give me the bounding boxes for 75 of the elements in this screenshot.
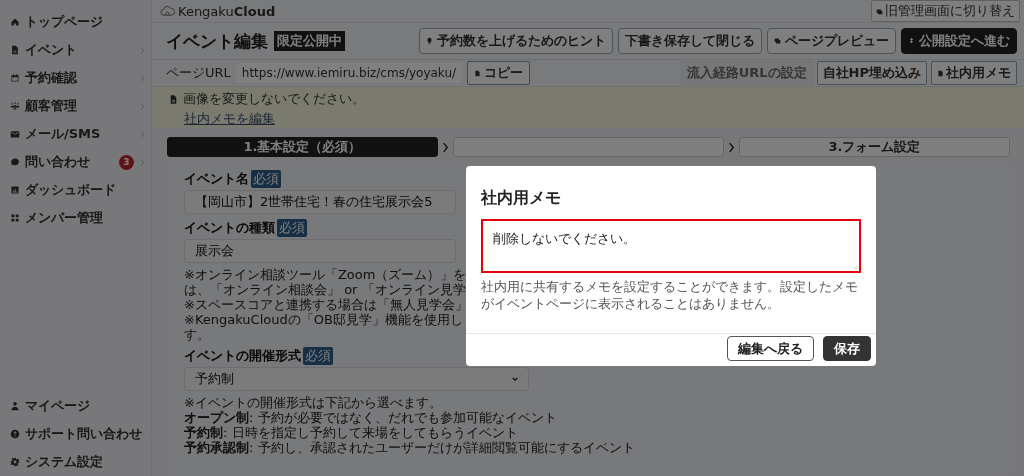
note-text: オープン制: 予約が必要ではなく、だれでも参加可能なイベント (184, 410, 557, 425)
updown-arrow-icon (908, 37, 915, 45)
home-icon (10, 17, 20, 27)
dialog-button[interactable]: 編集へ戻る (727, 336, 814, 361)
document-icon (474, 69, 482, 77)
chevron-icon (442, 141, 449, 153)
required-badge: 必須 (251, 170, 281, 188)
dialog-button[interactable]: 保存 (823, 336, 871, 361)
count-badge: 3 (119, 154, 134, 170)
sidebar-item[interactable]: ダッシュボード (0, 176, 151, 204)
note-text: ※KengakuCloudの「OB邸見学」機能を使用し (184, 312, 463, 327)
note-text: ※スペースコアと連携する場合は「無人見学会」 (184, 297, 468, 312)
bulb-icon (426, 37, 433, 45)
toolbar-button[interactable]: 社内用メモ (931, 61, 1017, 85)
settings-icon (10, 457, 20, 467)
note-text: 予約制: 日時を指定し予約して来場をしてもらうイベント (184, 425, 518, 440)
grid-icon (10, 213, 20, 223)
note-text: は、「オンライン相談会」 or 「オンライン見学 (184, 282, 466, 297)
field-label: イベントの開催形式 (184, 347, 301, 365)
url-field[interactable]: https://www.iemiru.biz/cms/yoyaku/ (235, 63, 463, 83)
status-badge: 限定公開中 (274, 31, 345, 51)
dialog-title: 社内用メモ (481, 188, 562, 209)
required-badge: 必須 (277, 219, 307, 237)
note-text: ※イベントの開催形式は下記から選べます。 (184, 395, 442, 410)
note-text: 予約承認制: 予約し、承認されたユーザーだけが詳細閲覧可能にするイベント (184, 440, 635, 455)
field-label: イベント名 (184, 170, 249, 188)
toolbar-button[interactable]: 自社HP埋め込み (816, 61, 927, 85)
step-tab[interactable] (453, 137, 724, 157)
sidebar-item[interactable]: 顧客管理 (0, 92, 151, 120)
step-tab[interactable]: 3.フォーム設定 (739, 137, 1010, 157)
logo-text: KengakuCloud (178, 3, 276, 19)
step-tab[interactable]: 1.基本設定（必須） (167, 137, 438, 157)
sidebar-item[interactable]: イベント (0, 36, 151, 64)
document-icon (937, 69, 944, 77)
sidebar-item[interactable]: サポート問い合わせ (0, 420, 151, 448)
chevron-icon (728, 141, 735, 153)
sidebar-item[interactable]: システム設定 (0, 448, 151, 476)
input-field[interactable]: 展示会 (184, 239, 456, 263)
action-button[interactable]: 予約数を上げるためのヒント (419, 28, 613, 54)
note-text: ※オンライン相談ツール「Zoom（ズーム）」を (184, 267, 467, 282)
select-field[interactable]: 予約制 (184, 367, 529, 391)
document-icon (10, 45, 20, 55)
note-text: す。 (184, 327, 210, 342)
person-icon (10, 401, 20, 411)
chart-icon (10, 185, 20, 195)
document-icon (170, 94, 177, 104)
people-icon (10, 101, 20, 111)
sidebar-item[interactable]: メンバー管理 (0, 204, 151, 232)
required-badge: 必須 (303, 347, 333, 365)
copy-button[interactable]: コピー (467, 61, 531, 85)
memo-textarea[interactable]: 削除しないでください。 (481, 219, 861, 273)
help-icon (10, 429, 20, 439)
chevron-down-icon (512, 376, 518, 382)
chat-icon (10, 157, 20, 167)
field-label: イベントの種類 (184, 219, 275, 237)
edit-memo-link[interactable]: 社内メモを編集 (184, 110, 275, 128)
memo-text: 画像を変更しないでください。 (183, 90, 365, 108)
sidebar-item[interactable]: 問い合わせ 3 (0, 148, 151, 176)
window-icon (876, 7, 883, 15)
resize-grip-icon (853, 265, 858, 270)
page-title: イベント編集 (166, 29, 268, 53)
cloud-logo-icon (160, 6, 175, 16)
sidebar-item[interactable]: 予約確認 (0, 64, 151, 92)
switch-admin-button[interactable]: 旧管理画面に切り替え (871, 0, 1020, 22)
action-button[interactable]: 公開設定へ進む (901, 28, 1017, 54)
sidebar-item[interactable]: トップページ (0, 8, 151, 36)
help-text: 社内用に共有するメモを設定することができます。設定したメモがイベントページに表示されることはありません。 (481, 278, 859, 312)
sidebar-item[interactable]: メール/SMS (0, 120, 151, 148)
input-field[interactable]: 【岡山市】2世帯住宅！春の住宅展示会5 (184, 190, 456, 214)
envelope-icon (10, 129, 20, 139)
calendar-icon (10, 73, 20, 83)
action-button[interactable]: 下書き保存して閉じる (618, 28, 762, 54)
sidebar-item[interactable]: マイページ (0, 392, 151, 420)
action-button[interactable]: ページプレビュー (767, 28, 896, 54)
url-label: ページURL (166, 64, 231, 82)
